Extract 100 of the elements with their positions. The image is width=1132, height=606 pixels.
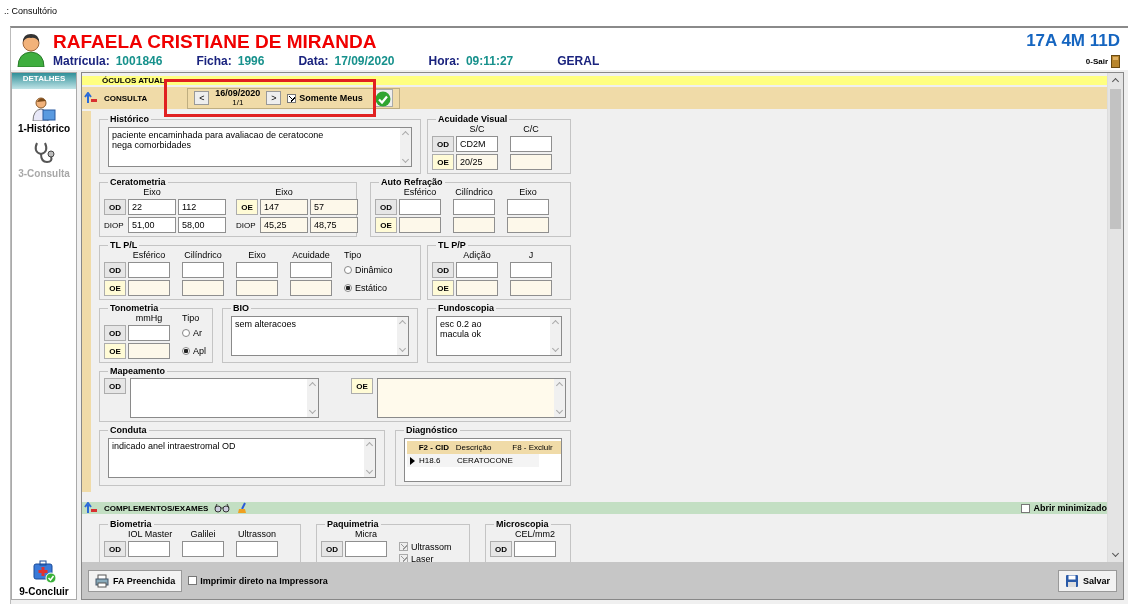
input-field[interactable] (128, 343, 170, 359)
section-bar[interactable]: COMPLEMENTOS/EXAMES Abrir minimizado (82, 502, 1107, 514)
input-field[interactable]: 57 (310, 199, 358, 215)
radio-option[interactable]: Ar (182, 328, 208, 338)
group-title: Conduta (109, 425, 148, 435)
eye-button[interactable]: OD (375, 199, 397, 215)
input-field[interactable]: CD2M (456, 136, 498, 152)
input-field[interactable] (510, 262, 552, 278)
input-field[interactable] (236, 280, 278, 296)
save-button[interactable]: Salvar (1057, 569, 1117, 592)
input-field[interactable] (128, 262, 170, 278)
eye-button[interactable]: OD (104, 262, 126, 278)
next-button[interactable]: > (266, 91, 282, 105)
input-field[interactable]: 51,00 (128, 217, 176, 233)
column-label: Eixo (274, 187, 294, 197)
input-field[interactable]: 20/25 (456, 154, 498, 170)
input-field[interactable] (182, 280, 224, 296)
input-field[interactable] (510, 154, 552, 170)
eye-button[interactable]: OD (104, 325, 126, 341)
input-field[interactable]: 48,75 (310, 217, 358, 233)
input-field[interactable] (456, 262, 498, 278)
radio-icon[interactable] (344, 284, 352, 292)
eye-button[interactable]: OD (321, 541, 343, 557)
radio-option[interactable]: Apl (182, 346, 208, 356)
previous-button[interactable]: < (194, 91, 210, 105)
input-field[interactable]: 22 (128, 199, 176, 215)
input-field[interactable] (514, 541, 556, 557)
eye-button[interactable]: OD (432, 136, 454, 152)
input-field[interactable]: 112 (178, 199, 226, 215)
text-area[interactable]: esc 0.2 ao macula ok (436, 316, 562, 356)
text-area[interactable] (377, 378, 566, 418)
input-field[interactable]: 58,00 (178, 217, 226, 233)
checkbox-icon[interactable] (188, 576, 198, 585)
input-field[interactable]: 147 (260, 199, 308, 215)
input-field[interactable] (510, 136, 552, 152)
input-field[interactable] (128, 541, 170, 557)
eye-button[interactable]: OE (104, 343, 126, 359)
input-field[interactable] (510, 280, 552, 296)
eye-button[interactable]: OE (104, 280, 126, 296)
scrollbar[interactable] (1107, 73, 1123, 562)
radio-icon[interactable] (182, 329, 190, 337)
sidebar-item[interactable]: 9-Concluir (19, 558, 69, 597)
column-label: S/C (468, 124, 486, 134)
input-field[interactable] (453, 217, 495, 233)
input-field[interactable] (456, 280, 498, 296)
eye-button[interactable]: OD (104, 541, 126, 557)
radio-icon[interactable] (182, 347, 190, 355)
section-bar[interactable]: ÓCULOS ATUAL (82, 76, 1107, 85)
text-area[interactable]: sem alteracoes (231, 316, 409, 356)
eye-button[interactable]: OE (351, 378, 373, 394)
exit-button[interactable]: 0-Sair (1085, 54, 1120, 68)
doctor-icon (31, 95, 57, 121)
column-label: Cilíndrico (454, 187, 494, 197)
filter-checkbox[interactable]: Somente Meus (287, 93, 363, 103)
radio-option[interactable]: Estático (344, 283, 416, 293)
input-field[interactable] (290, 280, 332, 296)
section-bar[interactable]: CONSULTA < 16/09/2020 1/1 > Somente Meus (82, 87, 1107, 109)
input-field[interactable] (128, 325, 170, 341)
eye-button[interactable]: OE (236, 199, 258, 215)
column-label: Eixo (142, 187, 162, 197)
text-area[interactable] (130, 378, 319, 418)
eye-button[interactable]: OE (432, 280, 454, 296)
sidebar-item[interactable]: 1-Histórico (17, 95, 71, 134)
column-label: Micra (354, 529, 378, 539)
eye-button[interactable]: OD (104, 199, 126, 215)
input-field[interactable] (290, 262, 332, 278)
eye-button[interactable]: OE (375, 217, 397, 233)
radio-icon[interactable] (344, 266, 352, 274)
checkbox-icon[interactable] (1021, 503, 1031, 513)
eye-button[interactable]: OE (432, 154, 454, 170)
input-field[interactable]: 45,25 (260, 217, 308, 233)
minimize-checkbox[interactable]: Abrir minimizado (1021, 503, 1107, 513)
eye-button[interactable]: OD (104, 378, 126, 394)
collapse-icon (84, 92, 98, 104)
input-field[interactable] (507, 199, 549, 215)
input-field[interactable] (236, 541, 278, 557)
eye-button[interactable]: OD (432, 262, 454, 278)
print-checkbox[interactable]: Imprimir direto na Impressora (188, 575, 328, 586)
input-field[interactable] (399, 217, 441, 233)
column-label: Eixo (518, 187, 538, 197)
checkbox-icon[interactable] (287, 93, 297, 103)
input-field[interactable] (507, 217, 549, 233)
column-header[interactable]: Descrição (453, 442, 511, 453)
fa-button[interactable]: FA Preenchida (88, 569, 183, 592)
group-title: Histórico (109, 114, 150, 124)
input-field[interactable] (453, 199, 495, 215)
input-field[interactable] (345, 541, 387, 557)
input-field[interactable] (236, 262, 278, 278)
check-icon (374, 91, 391, 107)
column-header[interactable]: F8 - Excluir (510, 442, 561, 453)
text-area[interactable]: indicado anel intraestromal OD (108, 438, 376, 478)
eye-button[interactable]: OD (490, 541, 512, 557)
radio-option[interactable]: Dinâmico (344, 265, 416, 275)
input-field[interactable] (128, 280, 170, 296)
column-label: mmHg (134, 313, 164, 323)
text-area[interactable]: paciente encaminhada para avaliacao de ceratocone nega comorbidades (108, 127, 412, 167)
input-field[interactable] (182, 541, 224, 557)
input-field[interactable] (399, 199, 441, 215)
column-header[interactable]: F2 - CID (416, 442, 454, 453)
input-field[interactable] (182, 262, 224, 278)
